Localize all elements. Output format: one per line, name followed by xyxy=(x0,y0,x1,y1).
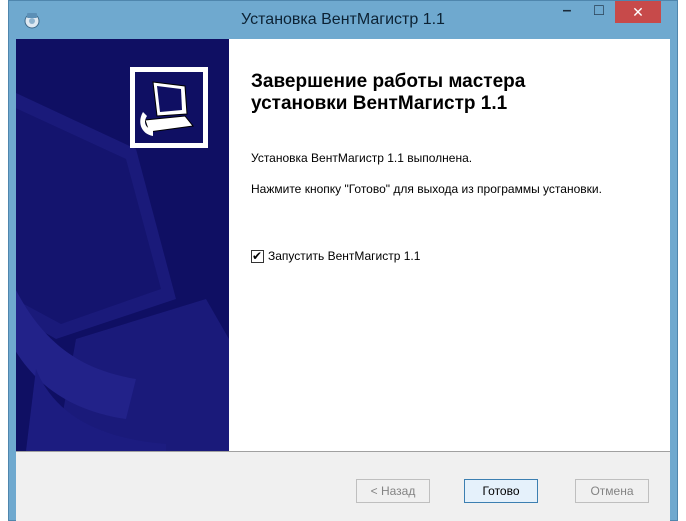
heading-line-1: Завершение работы мастера xyxy=(251,71,526,92)
installer-logo xyxy=(130,67,208,148)
page-heading: Завершение работы мастера установки Вент… xyxy=(251,71,651,115)
wizard-sidebar-image xyxy=(16,39,229,451)
computer-icon xyxy=(140,81,194,136)
maximize-button[interactable]: □ xyxy=(585,1,613,23)
run-app-checkbox[interactable]: Запустить ВентМагистр 1.1 xyxy=(251,248,420,264)
heading-line-2: установки ВентМагистр 1.1 xyxy=(251,93,508,114)
minimize-button[interactable]: – xyxy=(553,1,581,23)
close-button[interactable]: ✕ xyxy=(615,1,661,23)
instruction-text: Нажмите кнопку "Готово" для выхода из пр… xyxy=(251,182,602,196)
finish-button[interactable]: Готово xyxy=(464,479,538,503)
dialog-client-area: Завершение работы мастера установки Вент… xyxy=(16,39,670,521)
status-text: Установка ВентМагистр 1.1 выполнена. xyxy=(251,151,473,165)
checkbox-checked-icon[interactable] xyxy=(251,248,264,264)
content-panel: Завершение работы мастера установки Вент… xyxy=(16,39,670,452)
back-button[interactable]: < Назад xyxy=(356,479,430,503)
run-app-checkbox-label: Запустить ВентМагистр 1.1 xyxy=(268,249,421,263)
installer-window: Установка ВентМагистр 1.1 – □ ✕ Завершен… xyxy=(8,0,678,521)
title-bar[interactable]: Установка ВентМагистр 1.1 – □ ✕ xyxy=(9,1,677,39)
cancel-button[interactable]: Отмена xyxy=(575,479,649,503)
